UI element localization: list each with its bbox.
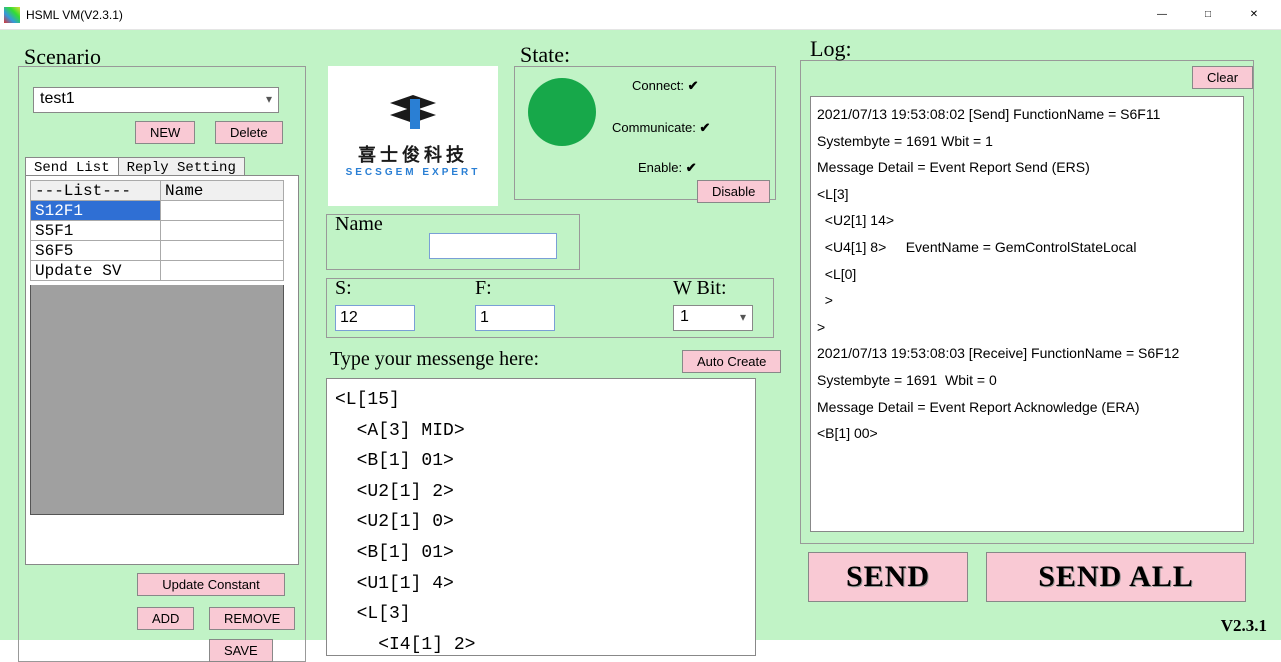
cell-list: S12F1 [31,201,161,221]
minimize-button[interactable]: — [1139,0,1185,30]
maximize-button[interactable]: □ [1185,0,1231,30]
cell-name [161,201,284,221]
s-input[interactable] [335,305,415,331]
send-all-button[interactable]: SEND ALL [986,552,1246,602]
logo: 喜士俊科技 SECSGEM EXPERT [328,66,498,206]
scenario-select[interactable]: test1 [33,87,279,113]
wbit-value: 1 [680,308,689,325]
delete-button[interactable]: Delete [215,121,283,144]
state-indicator-icon [528,78,596,146]
clear-button[interactable]: Clear [1192,66,1253,89]
log-label: Log: [810,36,852,62]
name-input[interactable] [429,233,557,259]
table-row[interactable]: Update SV [31,261,284,281]
wbit-label: W Bit: [673,277,727,300]
table-row[interactable]: S6F5 [31,241,284,261]
scenario-group: test1 NEW Delete Send List Reply Setting… [18,66,306,662]
auto-create-button[interactable]: Auto Create [682,350,781,373]
f-input[interactable] [475,305,555,331]
update-constant-button[interactable]: Update Constant [137,573,285,596]
close-button[interactable]: ✕ [1231,0,1277,30]
communicate-label: Communicate: [612,120,696,135]
enable-label: Enable: [638,160,682,175]
app-icon [4,7,20,23]
check-icon: ✔ [699,120,710,135]
s-label: S: [335,277,352,300]
communicate-row: Communicate: ✔ [612,120,710,136]
connect-row: Connect: ✔ [632,78,699,94]
cell-list: S5F1 [31,221,161,241]
grid-header-name: Name [161,181,284,201]
logo-text-cn: 喜士俊科技 [358,141,468,167]
sf-group: S: F: W Bit: 1 [326,278,774,338]
message-textarea[interactable]: <L[15] <A[3] MID> <B[1] 01> <U2[1] 2> <U… [326,378,756,656]
grid-header-list: ---List--- [31,181,161,201]
cell-name [161,261,284,281]
cell-list: Update SV [31,261,161,281]
cell-name [161,241,284,261]
enable-row: Enable: ✔ [638,160,697,176]
send-button[interactable]: SEND [808,552,968,602]
remove-button[interactable]: REMOVE [209,607,295,630]
add-button[interactable]: ADD [137,607,194,630]
check-icon: ✔ [686,160,697,175]
grid-empty-area [30,285,284,515]
log-content: 2021/07/13 19:53:08:02 [Send] FunctionNa… [817,101,1237,447]
logo-icon [386,95,440,135]
f-label: F: [475,277,492,300]
new-button[interactable]: NEW [135,121,195,144]
message-label: Type your messenge here: [330,348,539,371]
logo-text-en: SECSGEM EXPERT [346,167,481,178]
cell-list: S6F5 [31,241,161,261]
wbit-select[interactable]: 1 [673,305,753,331]
name-label: Name [335,213,383,236]
disable-button[interactable]: Disable [697,180,770,203]
cell-name [161,221,284,241]
name-group: Name [326,214,580,270]
state-label: State: [520,42,570,68]
table-row[interactable]: S12F1 [31,201,284,221]
table-row[interactable]: S5F1 [31,221,284,241]
main-panel: Scenario test1 NEW Delete Send List Repl… [0,30,1281,640]
version-label: V2.3.1 [1221,616,1267,636]
log-textarea[interactable]: 2021/07/13 19:53:08:02 [Send] FunctionNa… [810,96,1244,532]
save-button[interactable]: SAVE [209,639,273,662]
check-icon: ✔ [688,78,699,93]
connect-label: Connect: [632,78,684,93]
window-title: HSML VM(V2.3.1) [26,8,123,22]
scenario-select-value: test1 [40,90,75,107]
titlebar: HSML VM(V2.3.1) — □ ✕ [0,0,1281,30]
send-list-grid[interactable]: ---List--- Name S12F1 S5F1 S6F5 Update S… [30,180,284,281]
